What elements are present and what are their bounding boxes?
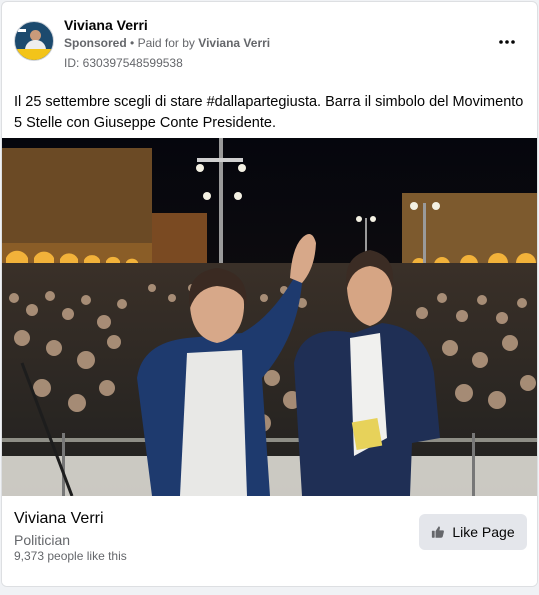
advertiser-name[interactable]: Viviana Verri [64,17,148,33]
paid-for-name: Viviana Verri [198,36,271,50]
paid-for-prefix: Paid for by [137,36,195,50]
like-page-button-label: Like Page [452,524,515,540]
avatar-yellow-band [15,49,53,60]
more-options-icon[interactable] [495,30,519,54]
more-options-icon-glyph [499,40,515,44]
ad-image[interactable] [2,138,537,496]
sponsored-line: Sponsored • Paid for by Viviana Verri [64,36,270,50]
advertiser-avatar[interactable] [14,21,54,61]
ad-footer: Viviana Verri Politician 9,373 people li… [2,496,537,586]
like-page-button[interactable]: Like Page [419,514,527,550]
footer-page-name[interactable]: Viviana Verri [14,510,104,528]
ad-header: Viviana Verri Sponsored • Paid for by Vi… [2,2,537,82]
footer-likes-count: 9,373 people like this [14,549,127,563]
avatar-logo-mark [18,29,26,32]
ad-body-text: Il 25 settembre scegli di stare #dallapa… [14,94,524,131]
ad-id: ID: 630397548599538 [64,56,183,70]
thumbs-up-icon [432,526,445,538]
ad-image-drawing [2,138,537,496]
ad-card: Viviana Verri Sponsored • Paid for by Vi… [1,1,538,587]
separator-dot: • [130,36,135,50]
sponsored-label: Sponsored [64,36,127,50]
footer-page-category: Politician [14,532,71,548]
